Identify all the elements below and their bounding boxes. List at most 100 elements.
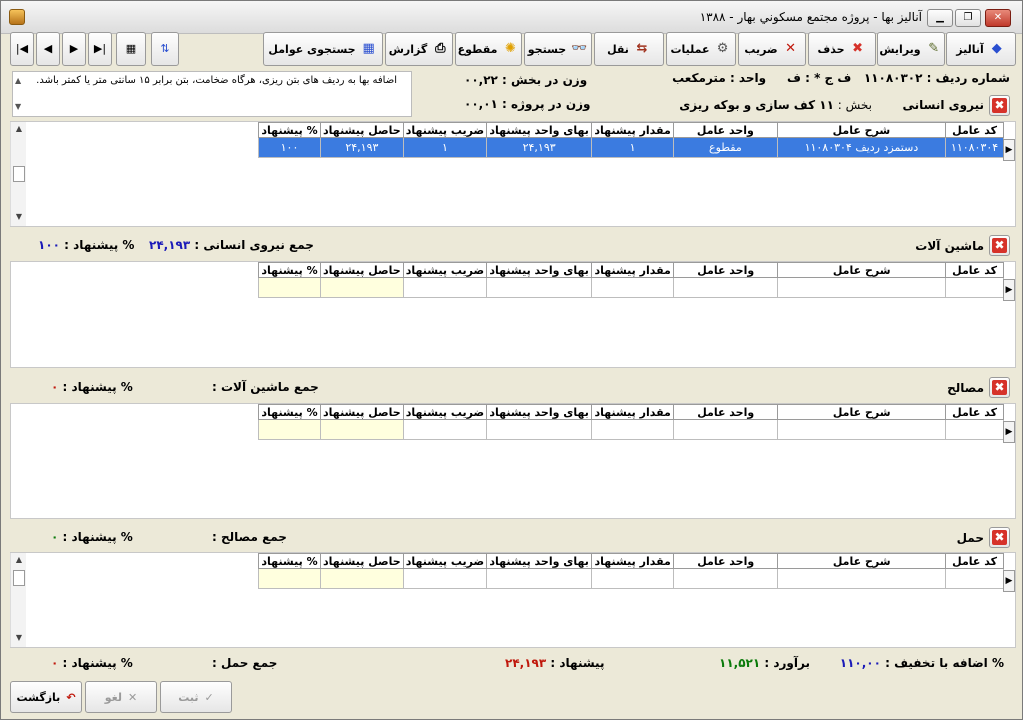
cell-unit[interactable]: مقطوع bbox=[673, 137, 778, 158]
col-desc[interactable]: شرح عامل bbox=[777, 262, 947, 278]
labor-scrollbar[interactable]: ▲ ▼ bbox=[10, 122, 26, 226]
machinery-delete-button[interactable]: ✖ bbox=[989, 235, 1010, 256]
cell-unit[interactable] bbox=[673, 277, 779, 298]
close-button[interactable]: ✕ bbox=[985, 9, 1011, 27]
scroll-thumb[interactable] bbox=[13, 570, 25, 586]
cell-pct[interactable] bbox=[257, 419, 322, 440]
cell-coef[interactable] bbox=[402, 568, 488, 589]
col-desc[interactable]: شرح عامل bbox=[776, 122, 947, 138]
scroll-up-icon[interactable]: ▲ bbox=[11, 555, 27, 567]
last-record-button[interactable]: ▶| bbox=[88, 32, 112, 66]
col-qty[interactable]: مقدار پیشنهاد bbox=[591, 404, 675, 420]
col-unit[interactable]: واحد عامل bbox=[673, 262, 779, 278]
cell-result[interactable]: ۲۴,۱۹۳ bbox=[320, 137, 404, 158]
first-record-button[interactable]: |◀ bbox=[10, 32, 34, 66]
analyze-button[interactable]: ◆ آنالیز bbox=[946, 32, 1016, 66]
cell-unit-price[interactable] bbox=[486, 419, 593, 440]
table-row[interactable] bbox=[257, 277, 1004, 298]
cell-unit-price[interactable]: ۲۴,۱۹۳ bbox=[486, 137, 593, 158]
col-code[interactable]: کد عامل bbox=[945, 122, 1004, 138]
cell-unit-price[interactable] bbox=[486, 277, 593, 298]
col-desc[interactable]: شرح عامل bbox=[777, 553, 947, 569]
col-qty[interactable]: مقدار پیشنهاد bbox=[591, 553, 675, 569]
table-row[interactable] bbox=[257, 568, 1004, 589]
transport-table[interactable]: کد عامل شرح عامل واحد عامل مقدار پیشنهاد… bbox=[257, 553, 1004, 589]
col-coef[interactable]: ضریب پیشنهاد bbox=[402, 262, 488, 278]
cell-result[interactable] bbox=[320, 277, 404, 298]
cell-coef[interactable] bbox=[402, 277, 488, 298]
col-code[interactable]: کد عامل bbox=[945, 262, 1004, 278]
col-pct[interactable]: % پیشنهاد bbox=[257, 553, 322, 569]
cell-coef[interactable]: ۱ bbox=[402, 137, 488, 158]
scroll-thumb[interactable] bbox=[13, 166, 25, 182]
cell-pct[interactable] bbox=[257, 568, 322, 589]
cell-desc[interactable] bbox=[777, 568, 947, 589]
scroll-up-icon[interactable]: ▲ bbox=[15, 74, 21, 88]
col-pct[interactable]: % پیشنهاد bbox=[257, 122, 322, 138]
table-row[interactable]: ۱۱۰۸۰۳۰۴ دستمزد ردیف ۱۱۰۸۰۳۰۴ مقطوع ۱ ۲۴… bbox=[257, 137, 1004, 158]
transport-scrollbar[interactable]: ▲ ▼ bbox=[10, 553, 26, 647]
cell-desc[interactable] bbox=[777, 419, 947, 440]
cell-code[interactable] bbox=[945, 568, 1004, 589]
materials-table[interactable]: کد عامل شرح عامل واحد عامل مقدار پیشنهاد… bbox=[257, 404, 1004, 440]
labor-table[interactable]: کد عامل شرح عامل واحد عامل مقدار پیشنهاد… bbox=[257, 122, 1004, 158]
cell-coef[interactable] bbox=[402, 419, 488, 440]
back-button[interactable]: ↶ بازگشت bbox=[10, 681, 82, 713]
col-coef[interactable]: ضریب پیشنهاد bbox=[402, 553, 488, 569]
machinery-table[interactable]: کد عامل شرح عامل واحد عامل مقدار پیشنهاد… bbox=[257, 262, 1004, 298]
col-unit[interactable]: واحد عامل bbox=[673, 553, 779, 569]
cell-result[interactable] bbox=[320, 568, 404, 589]
cell-code[interactable] bbox=[945, 419, 1004, 440]
labor-delete-button[interactable]: ✖ bbox=[989, 95, 1010, 116]
prev-record-button[interactable]: ◀ bbox=[36, 32, 60, 66]
col-qty[interactable]: مقدار پیشنهاد bbox=[591, 262, 675, 278]
transport-delete-button[interactable]: ✖ bbox=[989, 527, 1010, 548]
col-unit-price[interactable]: بهای واحد پیشنهاد bbox=[486, 553, 593, 569]
scroll-down-icon[interactable]: ▼ bbox=[11, 633, 27, 645]
sort-button[interactable]: ⇅ bbox=[151, 32, 179, 66]
col-unit[interactable]: واحد عامل bbox=[673, 122, 778, 138]
delete-button[interactable]: ✖ حذف bbox=[808, 32, 876, 66]
operations-button[interactable]: ⚙ عملیات bbox=[666, 32, 736, 66]
col-code[interactable]: کد عامل bbox=[945, 404, 1004, 420]
col-code[interactable]: کد عامل bbox=[945, 553, 1004, 569]
report-button[interactable]: ⎙ گزارش bbox=[385, 32, 453, 66]
cell-unit[interactable] bbox=[673, 568, 779, 589]
restore-button[interactable]: ❐ bbox=[955, 9, 981, 27]
next-record-button[interactable]: ▶ bbox=[62, 32, 86, 66]
col-coef[interactable]: ضریب پیشنهاد bbox=[402, 122, 488, 138]
col-result[interactable]: حاصل پیشنهاد bbox=[320, 262, 404, 278]
col-result[interactable]: حاصل پیشنهاد bbox=[320, 122, 404, 138]
col-unit-price[interactable]: بهای واحد پیشنهاد bbox=[486, 404, 593, 420]
edit-button[interactable]: ✎ ویرایش bbox=[877, 32, 945, 66]
cell-unit[interactable] bbox=[673, 419, 779, 440]
scroll-down-icon[interactable]: ▼ bbox=[15, 100, 21, 114]
cell-qty[interactable]: ۱ bbox=[591, 137, 675, 158]
cell-unit-price[interactable] bbox=[486, 568, 593, 589]
cell-code[interactable] bbox=[945, 277, 1004, 298]
cell-code[interactable]: ۱۱۰۸۰۳۰۴ bbox=[945, 137, 1004, 158]
coef-button[interactable]: ✕ ضریب bbox=[738, 32, 806, 66]
section-button[interactable]: ✺ مقطوع bbox=[455, 32, 522, 66]
cell-pct[interactable]: ۱۰۰ bbox=[257, 137, 322, 158]
table-row[interactable] bbox=[257, 419, 1004, 440]
col-pct[interactable]: % پیشنهاد bbox=[257, 262, 322, 278]
calendar-button[interactable]: ▦ bbox=[116, 32, 146, 66]
materials-delete-button[interactable]: ✖ bbox=[989, 377, 1010, 398]
transfer-button[interactable]: ⇆ نقل bbox=[594, 32, 664, 66]
col-result[interactable]: حاصل پیشنهاد bbox=[320, 404, 404, 420]
col-unit[interactable]: واحد عامل bbox=[673, 404, 779, 420]
col-pct[interactable]: % پیشنهاد bbox=[257, 404, 322, 420]
col-coef[interactable]: ضریب پیشنهاد bbox=[402, 404, 488, 420]
cell-desc[interactable]: دستمزد ردیف ۱۱۰۸۰۳۰۴ bbox=[776, 137, 947, 158]
cell-result[interactable] bbox=[320, 419, 404, 440]
col-result[interactable]: حاصل پیشنهاد bbox=[320, 553, 404, 569]
col-qty[interactable]: مقدار پیشنهاد bbox=[591, 122, 675, 138]
scroll-up-icon[interactable]: ▲ bbox=[11, 124, 27, 136]
cell-qty[interactable] bbox=[591, 277, 675, 298]
cancel-button[interactable]: ✕ لغو bbox=[85, 681, 157, 713]
col-desc[interactable]: شرح عامل bbox=[777, 404, 947, 420]
cell-desc[interactable] bbox=[777, 277, 947, 298]
save-button[interactable]: ✓ ثبت bbox=[160, 681, 232, 713]
cell-qty[interactable] bbox=[591, 419, 675, 440]
